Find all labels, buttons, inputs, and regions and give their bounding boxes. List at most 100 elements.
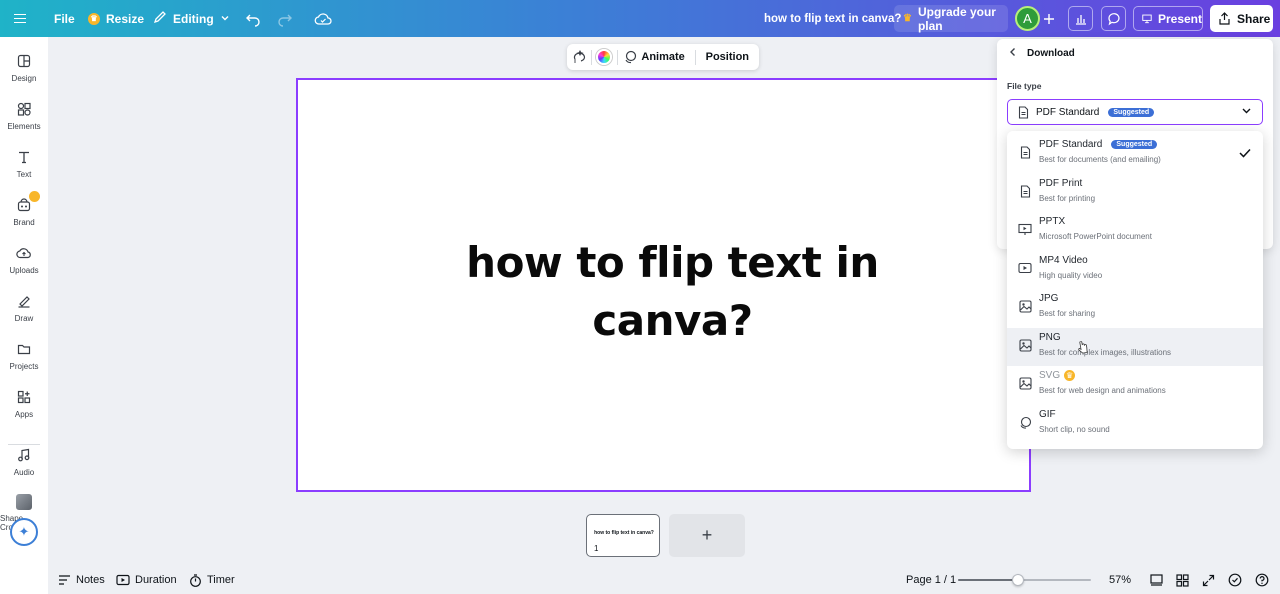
option-subtitle: Best for complex images, illustrations	[1039, 348, 1172, 357]
share-button[interactable]: Share	[1210, 5, 1273, 32]
sidebar-item-label: Brand	[13, 218, 35, 227]
magic-edit-button[interactable]	[567, 50, 591, 64]
notes-label: Notes	[76, 574, 105, 586]
cloud-save-button[interactable]	[314, 0, 332, 37]
file-menu-button[interactable]: File	[54, 0, 75, 37]
fullscreen-button[interactable]	[1202, 566, 1215, 594]
sidebar-item-label: Apps	[14, 410, 34, 419]
file-type-option-pdf-standard[interactable]: PDF Standard Suggested Best for documents…	[1007, 135, 1263, 173]
file-type-option-mp4[interactable]: MP4 Video High quality video	[1007, 251, 1263, 289]
share-label: Share	[1237, 11, 1271, 26]
design-canvas[interactable]: how to flip text in canva?	[296, 78, 1031, 492]
sidebar-item-projects[interactable]: Projects	[0, 340, 48, 371]
zoom-slider-handle[interactable]	[1011, 574, 1024, 586]
file-type-label: File type	[1007, 81, 1042, 91]
file-type-option-jpg[interactable]: JPG Best for sharing	[1007, 289, 1263, 327]
pages-view-button[interactable]	[1150, 566, 1163, 594]
thumbnail-text: how to flip text in canva?	[594, 530, 654, 536]
music-icon	[15, 446, 33, 464]
document-icon	[1018, 145, 1032, 159]
page-thumbnail[interactable]: how to flip text in canva? 1	[586, 514, 660, 557]
sidebar-item-text[interactable]: Text	[0, 148, 48, 179]
file-type-option-pdf-print[interactable]: PDF Print Best for printing	[1007, 174, 1263, 212]
add-collaborator-button[interactable]	[1043, 0, 1055, 37]
file-type-option-png[interactable]: PNG Best for complex images, illustratio…	[1007, 328, 1263, 366]
sidebar-item-apps[interactable]: Apps	[0, 388, 48, 419]
option-title: PDF Standard	[1039, 139, 1103, 150]
grid-icon	[1176, 573, 1189, 587]
sidebar-item-draw[interactable]: Draw	[0, 292, 48, 323]
timer-button[interactable]: Timer	[189, 566, 235, 594]
zoom-slider[interactable]	[958, 574, 1091, 586]
analytics-button[interactable]	[1068, 6, 1093, 31]
sidebar-item-uploads[interactable]: Uploads	[0, 244, 48, 275]
page-indicator[interactable]: Page 1 / 1	[906, 566, 956, 594]
animate-button[interactable]: Animate	[617, 50, 694, 64]
crown-icon: ♛	[88, 12, 100, 25]
file-type-option-gif[interactable]: GIF Short clip, no sound	[1007, 405, 1263, 443]
option-subtitle: Best for web design and animations	[1039, 386, 1166, 395]
undo-button[interactable]	[245, 0, 261, 37]
plus-icon	[1044, 13, 1054, 24]
check-circle-icon	[1228, 573, 1242, 587]
zoom-value[interactable]: 57%	[1109, 566, 1131, 594]
sidebar-item-audio[interactable]: Audio	[0, 446, 48, 477]
crown-icon: ♛	[1064, 370, 1076, 381]
cloud-check-icon	[314, 12, 332, 25]
shapes-icon	[15, 100, 33, 118]
plus-icon: +	[701, 525, 713, 545]
position-button[interactable]: Position	[696, 51, 759, 63]
pen-icon	[15, 292, 33, 310]
share-icon	[1219, 12, 1230, 25]
file-type-option-svg[interactable]: SVG ♛ Best for web design and animations	[1007, 366, 1263, 404]
timer-icon	[190, 573, 201, 587]
expand-icon	[1202, 574, 1215, 586]
upload-cloud-icon	[15, 244, 33, 262]
grid-view-button[interactable]	[1176, 566, 1189, 594]
file-type-option-pptx[interactable]: PPTX Microsoft PowerPoint document	[1007, 212, 1263, 250]
option-title: PNG	[1039, 332, 1061, 343]
option-subtitle: Best for documents (and emailing)	[1039, 155, 1161, 164]
sidebar-item-label: Text	[16, 170, 32, 179]
timer-label: Timer	[207, 574, 235, 586]
shape-crop-thumbnail	[16, 494, 32, 510]
folder-icon	[15, 340, 33, 358]
magic-sparkle-button[interactable]: ✦	[10, 518, 38, 546]
redo-button[interactable]	[277, 0, 293, 37]
selected-file-type: PDF Standard	[1036, 106, 1100, 118]
document-title[interactable]: how to flip text in canva?	[764, 0, 901, 37]
file-label: File	[54, 11, 75, 26]
suggested-badge: Suggested	[1108, 107, 1155, 117]
option-subtitle: Best for sharing	[1039, 309, 1096, 318]
sidebar-item-design[interactable]: Design	[0, 52, 48, 83]
editing-mode-button[interactable]: Editing	[153, 0, 230, 37]
upgrade-label: Upgrade your plan	[917, 4, 996, 33]
color-picker-button[interactable]	[591, 49, 616, 65]
present-button[interactable]: Present	[1133, 6, 1203, 31]
upgrade-plan-button[interactable]: ♛ Upgrade your plan	[894, 4, 1008, 33]
menu-icon[interactable]	[14, 0, 34, 37]
notes-button[interactable]: Notes	[58, 566, 105, 594]
layout-icon	[15, 52, 33, 70]
option-subtitle: Microsoft PowerPoint document	[1039, 232, 1152, 241]
sidebar-item-elements[interactable]: Elements	[0, 100, 48, 131]
canvas-heading[interactable]: how to flip text in canva?	[298, 234, 1047, 350]
help-button[interactable]	[1255, 566, 1269, 594]
resize-button[interactable]: ♛ Resize	[88, 0, 144, 37]
check-icon	[1239, 147, 1251, 161]
option-subtitle: Short clip, no sound	[1039, 425, 1110, 434]
comment-button[interactable]	[1101, 6, 1126, 31]
check-circle-button[interactable]	[1228, 566, 1242, 594]
sidebar-item-brand[interactable]: Brand	[0, 196, 48, 227]
thumbnail-page-number: 1	[594, 544, 599, 553]
zoom-slider-fill	[958, 579, 1018, 581]
avatar[interactable]: A	[1015, 6, 1040, 31]
bar-chart-icon	[1075, 14, 1086, 25]
add-page-button[interactable]: +	[669, 514, 745, 557]
back-button[interactable]	[1007, 46, 1019, 61]
bottom-bar: Notes Duration Timer Page 1 / 1 57%	[48, 566, 1280, 594]
duration-button[interactable]: Duration	[116, 566, 177, 594]
option-title: JPG	[1039, 293, 1059, 304]
file-type-select[interactable]: PDF Standard Suggested	[1007, 99, 1263, 125]
sidebar-item-label: Elements	[7, 122, 41, 131]
